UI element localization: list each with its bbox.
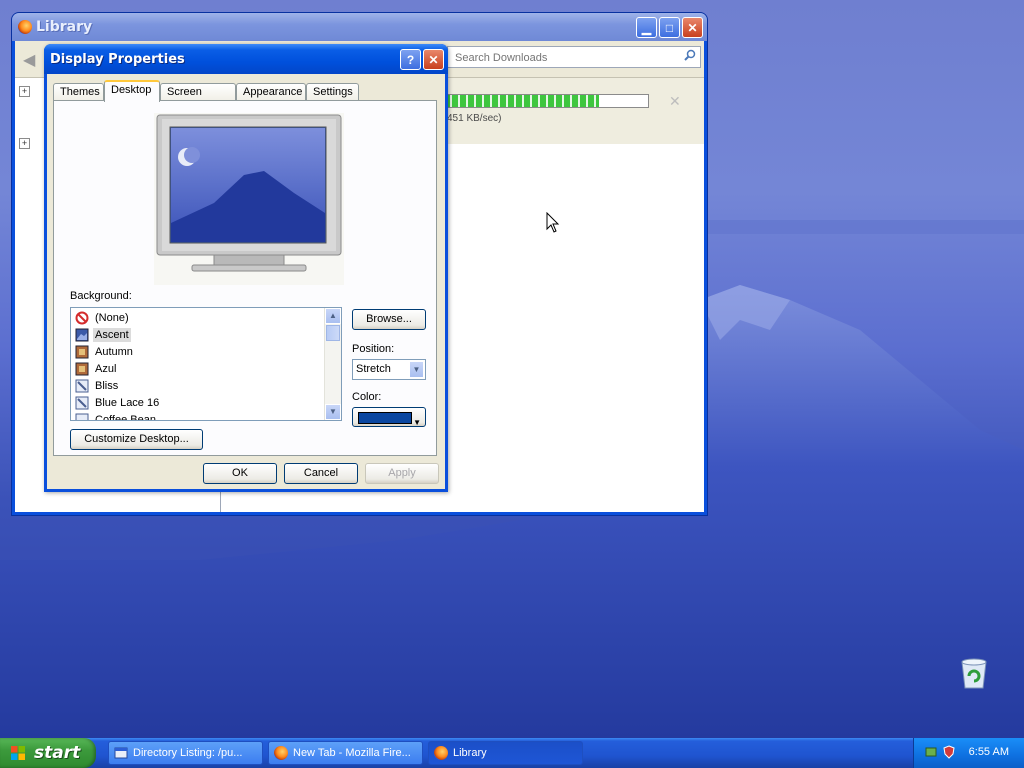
taskbar-item-directory-listing[interactable]: Directory Listing: /pu... [108,741,263,765]
taskbar-item-label: New Tab - Mozilla Fire... [293,747,411,759]
position-label: Position: [352,343,395,355]
network-icon[interactable] [924,745,938,759]
minimize-button[interactable]: ▁ [636,17,657,38]
list-item-label: Bliss [95,379,119,392]
taskbar-item-label: Directory Listing: /pu... [133,747,243,759]
search-icon[interactable] [684,49,696,61]
start-button[interactable]: start [0,738,96,768]
list-item-selected[interactable]: Ascent [75,326,131,343]
tab-desktop[interactable]: Desktop [104,80,160,102]
maximize-button[interactable]: □ [659,17,680,38]
dialog-close-button[interactable]: ✕ [423,49,444,70]
help-button[interactable]: ? [400,49,421,70]
library-titlebar[interactable]: Library ▁ □ ✕ [12,13,707,41]
expand-icon[interactable]: + [19,86,30,97]
progress-fill [444,95,600,107]
search-input[interactable] [453,48,677,68]
dialog-title: Display Properties [50,52,185,67]
close-button[interactable]: ✕ [682,17,703,38]
list-item[interactable]: Autumn [75,343,135,360]
chevron-down-icon: ▼ [413,418,421,427]
background-list[interactable]: (None) Ascent Autumn Azul Bliss Blue Lac… [70,307,342,421]
position-value: Stretch [356,363,391,375]
download-speed: 451 KB/sec) [447,113,502,124]
scroll-up-icon[interactable]: ▲ [325,308,341,324]
back-arrow-icon[interactable]: ◀ [23,50,35,70]
list-item[interactable]: Blue Lace 16 [75,394,161,411]
windows-flag-icon [11,746,25,760]
expand-icon[interactable]: + [19,138,30,149]
list-item-label: Blue Lace 16 [95,396,160,409]
library-title: Library [36,19,93,35]
recycle-bin-icon[interactable] [958,656,990,690]
image-file-icon [75,379,89,392]
position-select[interactable]: Stretch ▼ [352,359,426,380]
color-label: Color: [352,391,382,403]
window-icon [114,747,128,759]
list-scrollbar[interactable]: ▲ ▼ [324,308,341,420]
taskbar-item-library[interactable]: Library [428,741,583,765]
image-file-icon [75,396,89,409]
list-item-label: (None) [95,311,129,324]
scroll-down-icon[interactable]: ▼ [325,404,341,420]
security-shield-icon[interactable] [942,745,956,759]
taskbar-item-new-tab[interactable]: New Tab - Mozilla Fire... [268,741,423,765]
mouse-cursor-icon [546,212,560,233]
download-progress-bar [443,94,649,108]
system-tray: 6:55 AM [913,738,1024,768]
list-item[interactable]: Coffee Bean [75,411,158,421]
firefox-icon [434,746,448,760]
color-swatch [358,412,412,424]
list-item[interactable]: (None) [75,309,131,326]
ok-button[interactable]: OK [203,463,277,484]
list-item-label: Autumn [95,345,133,358]
image-file-icon [75,413,89,420]
display-properties-dialog[interactable]: Display Properties ? ✕ Themes Desktop Sc… [44,44,448,492]
monitor-preview [154,113,344,285]
dialog-client: Themes Desktop Screen Saver Appearance S… [47,74,445,489]
taskbar: start Directory Listing: /pu... New Tab … [0,738,1024,768]
browse-button[interactable]: Browse... [352,309,426,330]
firefox-icon [18,20,32,34]
search-box[interactable] [447,46,701,68]
tab-appearance[interactable]: Appearance [236,83,306,101]
chevron-down-icon[interactable]: ▼ [409,361,424,378]
firefox-icon [274,746,288,760]
color-picker-button[interactable]: ▼ [352,407,426,427]
background-label: Background: [70,290,132,302]
image-file-icon [75,362,89,375]
image-file-icon [75,328,89,341]
image-file-icon [75,345,89,358]
tab-settings[interactable]: Settings [306,83,359,101]
apply-button[interactable]: Apply [365,463,439,484]
taskbar-item-label: Library [453,747,487,759]
cancel-download-icon[interactable]: ✕ [669,93,681,110]
tab-screen-saver[interactable]: Screen Saver [160,83,236,114]
tab-themes[interactable]: Themes [53,83,104,101]
cancel-button[interactable]: Cancel [284,463,358,484]
dialog-titlebar[interactable]: Display Properties ? ✕ [44,44,448,74]
start-label: start [34,743,81,763]
customize-desktop-button[interactable]: Customize Desktop... [70,429,203,450]
list-item-label: Coffee Bean [95,413,156,421]
list-item-label: Ascent [93,327,131,342]
no-symbol-icon [75,311,89,324]
scroll-thumb[interactable] [326,325,340,341]
desktop-tab-panel: Background: (None) Ascent Autumn Azul Bl… [53,100,437,456]
list-item[interactable]: Azul [75,360,118,377]
clock[interactable]: 6:55 AM [969,746,1009,758]
list-item-label: Azul [95,362,117,375]
list-item[interactable]: Bliss [75,377,120,394]
